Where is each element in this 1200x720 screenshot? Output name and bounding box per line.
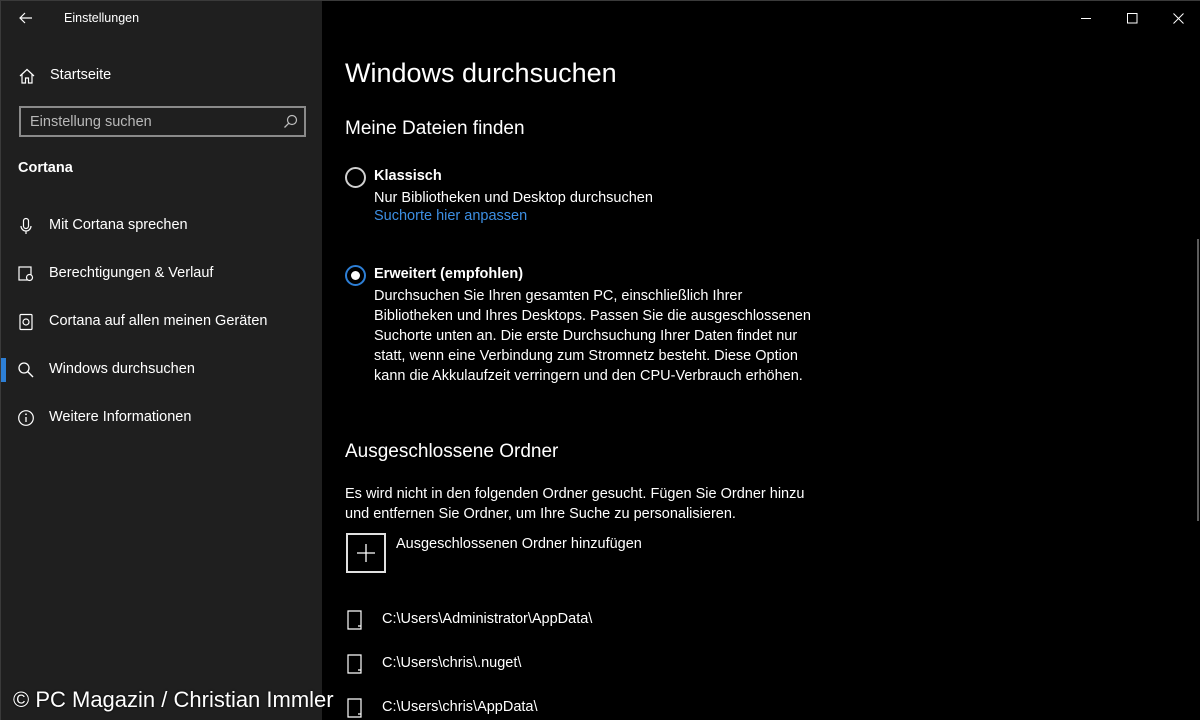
info-icon — [18, 410, 34, 426]
close-button[interactable] — [1155, 1, 1200, 35]
maximize-icon — [1126, 12, 1137, 23]
devices-icon — [19, 313, 33, 331]
back-button[interactable] — [11, 7, 41, 29]
sidebar-item-label: Berechtigungen & Verlauf — [49, 265, 214, 281]
title-bar: Einstellungen — [1, 1, 322, 35]
settings-window: Einstellungen Startseite Cortana Mit Cor… — [0, 0, 1200, 720]
scrollbar[interactable] — [1197, 239, 1199, 521]
folder-icon — [347, 698, 362, 718]
sidebar-item-cortana-devices[interactable]: Cortana auf allen meinen Geräten — [1, 302, 322, 342]
page-title: Windows durchsuchen — [345, 58, 617, 88]
sidebar-item-search-windows[interactable]: Windows durchsuchen — [1, 350, 322, 390]
settings-search-input[interactable] — [21, 108, 276, 135]
app-title: Einstellungen — [64, 11, 140, 25]
window-controls — [1063, 1, 1200, 35]
sidebar-item-label: Windows durchsuchen — [49, 361, 195, 377]
sidebar-item-more-info[interactable]: Weitere Informationen — [1, 398, 322, 438]
close-icon — [1172, 12, 1184, 24]
radio-classic[interactable] — [345, 167, 366, 188]
option-enhanced-title: Erweitert (empfohlen) — [374, 266, 524, 282]
option-classic-title: Klassisch — [374, 168, 442, 184]
sidebar-item-label: Mit Cortana sprechen — [49, 217, 188, 233]
microphone-icon — [20, 217, 32, 234]
plus-icon — [357, 544, 375, 562]
folder-icon — [347, 654, 362, 674]
excluded-folder-item[interactable]: C:\Users\chris\AppData\ — [346, 696, 846, 720]
excluded-folder-path: C:\Users\Administrator\AppData\ — [382, 611, 593, 627]
sidebar-item-talk-to-cortana[interactable]: Mit Cortana sprechen — [1, 206, 322, 246]
excluded-folder-path: C:\Users\chris\.nuget\ — [382, 655, 522, 671]
copyright-watermark: © PC Magazin / Christian Immler — [13, 687, 334, 712]
option-classic-description: Nur Bibliotheken und Desktop durchsuchen — [374, 190, 653, 206]
add-excluded-folder-button[interactable] — [346, 533, 386, 573]
customize-search-locations-link[interactable]: Suchorte hier anpassen — [374, 208, 527, 224]
sidebar: Einstellungen Startseite Cortana Mit Cor… — [1, 1, 322, 720]
maximize-button[interactable] — [1109, 1, 1155, 35]
minimize-icon — [1080, 17, 1091, 19]
back-arrow-icon — [19, 12, 32, 24]
sidebar-item-permissions[interactable]: Berechtigungen & Verlauf — [1, 254, 322, 294]
home-icon — [19, 68, 35, 84]
minimize-button[interactable] — [1063, 1, 1109, 35]
excluded-folder-item[interactable]: C:\Users\chris\.nuget\ — [346, 652, 846, 676]
settings-search-box — [19, 106, 306, 137]
sidebar-item-label: Startseite — [50, 67, 112, 83]
folder-icon — [347, 610, 362, 630]
sidebar-item-label: Weitere Informationen — [49, 409, 192, 425]
add-excluded-folder-label[interactable]: Ausgeschlossenen Ordner hinzufügen — [396, 536, 642, 552]
permissions-icon — [18, 266, 34, 282]
search-icon — [18, 362, 34, 378]
excluded-folders-heading: Ausgeschlossene Ordner — [345, 441, 559, 462]
excluded-folder-item[interactable]: C:\Users\Administrator\AppData\ — [346, 608, 846, 632]
sidebar-section-title: Cortana — [18, 160, 73, 176]
excluded-folders-description: Es wird nicht in den folgenden Ordner ge… — [345, 486, 805, 522]
sidebar-item-home[interactable]: Startseite — [1, 59, 322, 91]
option-enhanced-description: Durchsuchen Sie Ihren gesamten PC, einsc… — [374, 288, 811, 384]
main-content: Windows durchsuchen Meine Dateien finden… — [322, 1, 1200, 720]
sidebar-item-label: Cortana auf allen meinen Geräten — [49, 313, 268, 329]
search-icon[interactable] — [283, 114, 298, 129]
excluded-folder-path: C:\Users\chris\AppData\ — [382, 699, 538, 715]
radio-enhanced[interactable] — [345, 265, 366, 286]
find-files-heading: Meine Dateien finden — [345, 118, 525, 139]
